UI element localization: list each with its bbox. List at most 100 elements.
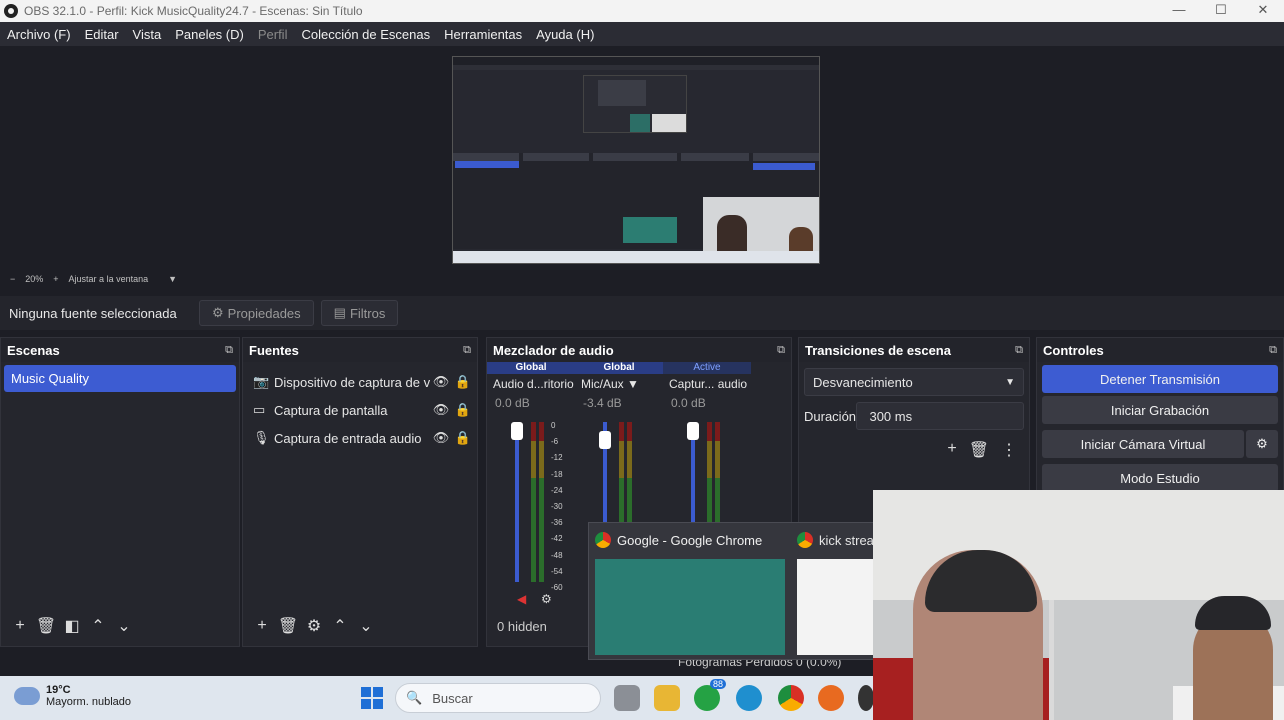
nested-task-thumb — [623, 217, 677, 243]
nested-preview — [583, 75, 687, 133]
channel-db: 0.0 dB — [671, 396, 706, 410]
task-thumbnail[interactable] — [797, 559, 877, 655]
add-icon[interactable]: + — [7, 617, 33, 635]
fit-to-window[interactable]: Ajustar a la ventana — [69, 274, 149, 284]
float-icon[interactable]: ⧉ — [777, 344, 785, 357]
float-icon[interactable]: ⧉ — [1269, 344, 1277, 357]
start-recording-button[interactable]: Iniciar Grabación — [1042, 396, 1278, 424]
chevron-down-icon: ▼ — [1005, 376, 1015, 388]
trash-icon[interactable]: 🗑 — [969, 440, 989, 460]
dropdown-icon[interactable]: ▼ — [750, 377, 751, 391]
menu-ayuda[interactable]: Ayuda (H) — [529, 27, 601, 42]
volume-fader[interactable] — [687, 422, 699, 440]
menu-bar: Archivo (F) Editar Vista Paneles (D) Per… — [0, 22, 1284, 46]
transition-select[interactable]: Desvanecimiento ▼ — [804, 368, 1024, 396]
preview-canvas[interactable] — [452, 56, 820, 264]
menu-vista[interactable]: Vista — [126, 27, 169, 42]
volume-track[interactable] — [515, 422, 519, 582]
scenes-toolbar: + 🗑 ◧ ⌃ ⌄ — [1, 606, 239, 646]
lock-icon[interactable]: 🔒 — [452, 374, 474, 390]
channel-name[interactable]: Captur... audio ▼ — [663, 377, 751, 391]
menu-paneles[interactable]: Paneles (D) — [168, 27, 251, 42]
lock-icon[interactable]: 🔒 — [452, 402, 474, 418]
close-button[interactable]: ✕ — [1242, 0, 1284, 22]
chrome-icon[interactable] — [778, 685, 804, 711]
eye-icon[interactable]: 👁 — [430, 402, 452, 418]
add-icon[interactable]: + — [947, 440, 956, 460]
properties-button[interactable]: ⚙ Propiedades — [199, 300, 314, 326]
hidden-count[interactable]: 0 hidden — [493, 619, 547, 634]
weather-widget[interactable]: 19°C Mayorm. nublado — [14, 684, 131, 708]
nested-dock-header — [523, 153, 589, 161]
properties-bar: Ninguna fuente seleccionada ⚙ Propiedades… — [0, 296, 1284, 330]
volume-fader[interactable] — [511, 422, 523, 440]
mute-icon[interactable]: ◀ — [517, 592, 526, 606]
stop-stream-button[interactable]: Detener Transmisión — [1042, 365, 1278, 393]
chevron-down-icon[interactable]: ▼ — [168, 274, 177, 284]
no-source-selected: Ninguna fuente seleccionada — [9, 305, 177, 321]
firefox-icon[interactable] — [818, 685, 844, 711]
studio-mode-button[interactable]: Modo Estudio — [1042, 464, 1278, 492]
start-tile — [373, 699, 383, 709]
task-window-title: Google - Google Chrome — [617, 532, 763, 548]
settings-icon[interactable]: ⚙ — [541, 592, 552, 606]
dropdown-icon[interactable]: ▼ — [627, 377, 639, 391]
lock-icon[interactable]: 🔒 — [452, 430, 474, 446]
arrow-up-icon[interactable]: ⌃ — [85, 616, 111, 636]
menu-perfil[interactable]: Perfil — [251, 27, 295, 42]
window-title: OBS 32.1.0 - Perfil: Kick MusicQuality24… — [24, 4, 363, 18]
gear-icon[interactable]: ⚙ — [301, 616, 327, 636]
zoom-out-button[interactable]: − — [10, 274, 15, 284]
gear-icon[interactable]: ⚙ — [1246, 430, 1278, 458]
eye-icon[interactable]: 👁 — [430, 430, 452, 446]
minimize-button[interactable]: — — [1158, 0, 1200, 22]
source-item[interactable]: 🎙 Captura de entrada audio 👁 🔒 — [243, 424, 477, 452]
filter-icon[interactable]: ◧ — [59, 616, 85, 636]
virtual-camera-button[interactable]: Iniciar Cámara Virtual — [1042, 430, 1244, 458]
nested-dock-header — [453, 153, 519, 161]
duration-input[interactable]: 300 ms — [856, 402, 1024, 430]
sources-dock: Fuentes ⧉ 📷 Dispositivo de captura de vid… — [242, 337, 478, 647]
arrow-up-icon[interactable]: ⌃ — [327, 616, 353, 636]
menu-coleccion-escenas[interactable]: Colección de Escenas — [294, 27, 437, 42]
source-item[interactable]: ▭ Captura de pantalla 👁 🔒 — [243, 396, 477, 424]
filters-button[interactable]: ▤ Filtros — [320, 300, 399, 326]
source-item[interactable]: 📷 Dispositivo de captura de video 👁 🔒 — [243, 368, 477, 396]
arrow-down-icon[interactable]: ⌄ — [111, 616, 137, 636]
nested-preview-teal — [630, 114, 650, 132]
trash-icon[interactable]: 🗑 — [275, 616, 301, 636]
db-scale: 0 -6 -12 -18 -24 -30 -36 -42 -48 -54 -60 — [551, 418, 563, 596]
task-thumbnail[interactable] — [595, 559, 785, 655]
eye-icon[interactable]: 👁 — [430, 374, 452, 390]
channel-name[interactable]: Audio d...ritorio ▼ — [487, 377, 575, 391]
db-tick-label: -54 — [551, 566, 563, 576]
source-label: Dispositivo de captura de video — [274, 374, 430, 390]
whatsapp-icon[interactable]: 88 — [694, 679, 726, 711]
more-icon[interactable]: ⋮ — [1001, 440, 1017, 460]
obs-icon[interactable] — [858, 685, 874, 711]
menu-herramientas[interactable]: Herramientas — [437, 27, 529, 42]
start-tile — [361, 699, 371, 709]
float-icon[interactable]: ⧉ — [225, 344, 233, 357]
file-explorer-icon[interactable] — [654, 685, 680, 711]
scene-item[interactable]: Music Quality — [4, 365, 236, 392]
scenes-dock: Escenas ⧉ Music Quality + 🗑 ◧ ⌃ ⌄ — [0, 337, 240, 647]
float-icon[interactable]: ⧉ — [1015, 344, 1023, 357]
channel-name[interactable]: Mic/Aux ▼ — [575, 377, 663, 391]
zoom-in-button[interactable]: + — [53, 274, 58, 284]
volume-fader[interactable] — [599, 430, 611, 449]
db-tick-label: -18 — [551, 469, 563, 479]
windows-start-icon[interactable] — [361, 687, 383, 709]
taskbar-search[interactable]: 🔍 Buscar — [395, 683, 601, 713]
maximize-button[interactable]: ☐ — [1200, 0, 1242, 22]
menu-archivo[interactable]: Archivo (F) — [0, 27, 78, 42]
add-icon[interactable]: + — [249, 617, 275, 635]
mixer-title: Mezclador de audio — [493, 342, 614, 358]
arrow-down-icon[interactable]: ⌄ — [353, 616, 379, 636]
task-window-kick[interactable]: kick strea — [797, 532, 874, 548]
task-view-icon[interactable] — [614, 685, 640, 711]
menu-editar[interactable]: Editar — [78, 27, 126, 42]
trash-icon[interactable]: 🗑 — [33, 616, 59, 636]
edge-icon[interactable] — [736, 685, 762, 711]
float-icon[interactable]: ⧉ — [463, 344, 471, 357]
